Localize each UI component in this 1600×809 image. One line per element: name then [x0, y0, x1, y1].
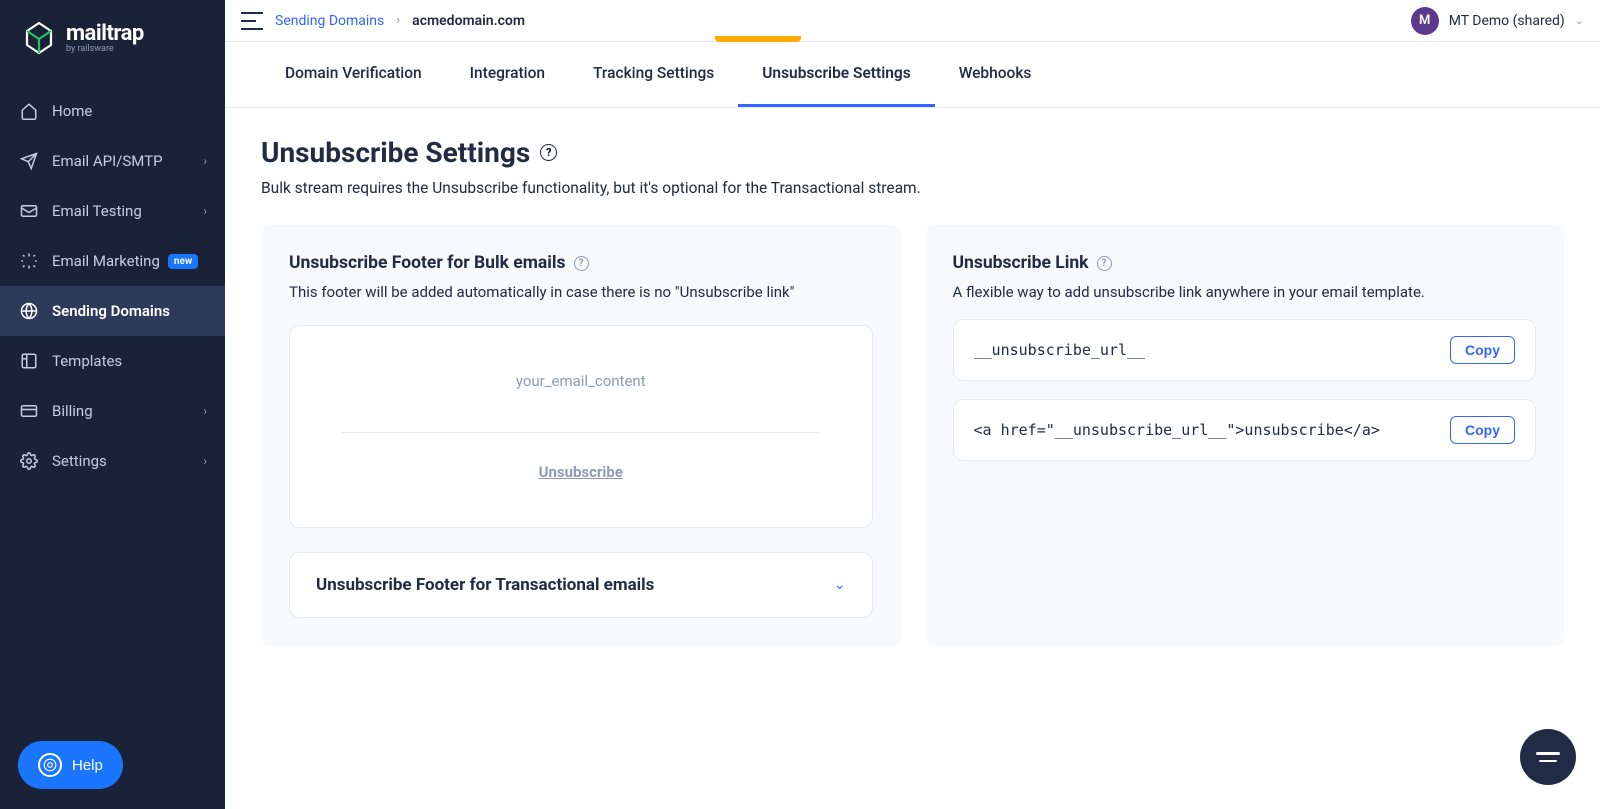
sidebar-item-settings[interactable]: Settings › [0, 436, 225, 486]
chat-fab[interactable] [1520, 729, 1576, 785]
transactional-footer-accordion[interactable]: Unsubscribe Footer for Transactional ema… [289, 552, 873, 618]
sidebar-item-email-marketing[interactable]: Email Marketing new [0, 236, 225, 286]
sidebar-item-templates[interactable]: Templates [0, 336, 225, 386]
inbox-icon [18, 200, 40, 222]
globe-icon [18, 300, 40, 322]
code-snippet-anchor: <a href="__unsubscribe_url__">unsubscrib… [953, 399, 1537, 461]
sidebar-item-label: Billing [52, 402, 93, 420]
chevron-down-icon: ⌄ [834, 577, 846, 593]
logo-brand: mailtrap [66, 21, 144, 46]
breadcrumb-current: acmedomain.com [412, 13, 525, 29]
sidebar-item-label: Sending Domains [52, 302, 170, 320]
sidebar-item-email-testing[interactable]: Email Testing › [0, 186, 225, 236]
chat-icon [1536, 752, 1560, 762]
card-description: A flexible way to add unsubscribe link a… [953, 283, 1537, 301]
tabs: Domain Verification Integration Tracking… [225, 42, 1600, 108]
content: Unsubscribe Settings ? Bulk stream requi… [225, 108, 1600, 809]
chevron-right-icon: › [203, 154, 207, 168]
accordion-title: Unsubscribe Footer for Transactional ema… [316, 575, 654, 595]
page-title-row: Unsubscribe Settings ? [261, 136, 1564, 169]
sidebar-item-sending-domains[interactable]: Sending Domains [0, 286, 225, 336]
unsubscribe-footer-card: Unsubscribe Footer for Bulk emails ? Thi… [261, 225, 901, 646]
code-text[interactable]: __unsubscribe_url__ [974, 341, 1146, 359]
help-tooltip-icon[interactable]: ? [574, 256, 589, 271]
help-tooltip-icon[interactable]: ? [540, 144, 557, 161]
chevron-right-icon: › [203, 204, 207, 218]
divider [342, 432, 819, 433]
chevron-right-icon: › [203, 454, 207, 468]
sidebar-item-label: Settings [52, 452, 107, 470]
breadcrumb-separator: › [396, 13, 400, 28]
chevron-down-icon: ⌄ [1575, 14, 1584, 27]
home-icon [18, 100, 40, 122]
user-menu[interactable]: M MT Demo (shared) ⌄ [1411, 7, 1584, 35]
card-title: Unsubscribe Footer for Bulk emails [289, 253, 566, 273]
mailtrap-logo-icon [20, 18, 58, 56]
main: Sending Domains › acmedomain.com M MT De… [225, 0, 1600, 809]
tab-integration[interactable]: Integration [446, 42, 569, 107]
help-label: Help [72, 757, 103, 774]
preview-placeholder: your_email_content [516, 372, 646, 390]
nav: Home Email API/SMTP › Email Testing › Em… [0, 86, 225, 809]
sidebar-item-label: Email Marketing [52, 252, 160, 270]
card-title: Unsubscribe Link [953, 253, 1089, 273]
page-title: Unsubscribe Settings [261, 136, 530, 169]
sidebar-item-label: Home [52, 102, 92, 120]
sidebar-item-billing[interactable]: Billing › [0, 386, 225, 436]
avatar: M [1411, 7, 1439, 35]
menu-toggle-icon[interactable] [241, 12, 263, 30]
logo-byline: by railsware [66, 44, 144, 54]
card-icon [18, 400, 40, 422]
chevron-right-icon: › [203, 404, 207, 418]
breadcrumb-parent[interactable]: Sending Domains [275, 13, 384, 29]
unsubscribe-link-card: Unsubscribe Link ? A flexible way to add… [925, 225, 1565, 646]
sidebar-item-home[interactable]: Home [0, 86, 225, 136]
topbar: Sending Domains › acmedomain.com M MT De… [225, 0, 1600, 42]
tab-domain-verification[interactable]: Domain Verification [261, 42, 446, 107]
code-snippet-url: __unsubscribe_url__ Copy [953, 319, 1537, 381]
user-label: MT Demo (shared) [1449, 13, 1565, 29]
tab-webhooks[interactable]: Webhooks [935, 42, 1056, 107]
preview-unsubscribe-link[interactable]: Unsubscribe [539, 463, 623, 481]
logo[interactable]: mailtrap by railsware [0, 0, 225, 86]
lifebuoy-icon [38, 753, 62, 777]
sidebar: mailtrap by railsware Home Email API/SMT… [0, 0, 225, 809]
tab-unsubscribe-settings[interactable]: Unsubscribe Settings [738, 42, 934, 107]
copy-button[interactable]: Copy [1450, 416, 1515, 444]
tab-tracking-settings[interactable]: Tracking Settings [569, 42, 738, 107]
copy-button[interactable]: Copy [1450, 336, 1515, 364]
sparkle-icon [18, 250, 40, 272]
sidebar-item-email-api[interactable]: Email API/SMTP › [0, 136, 225, 186]
send-icon [18, 150, 40, 172]
code-text[interactable]: <a href="__unsubscribe_url__">unsubscrib… [974, 421, 1380, 439]
page-description: Bulk stream requires the Unsubscribe fun… [261, 179, 1564, 197]
sidebar-item-label: Email API/SMTP [52, 152, 163, 170]
layout-icon [18, 350, 40, 372]
sidebar-item-label: Email Testing [52, 202, 142, 220]
help-button[interactable]: Help [18, 741, 123, 789]
card-description: This footer will be added automatically … [289, 283, 873, 301]
gear-icon [18, 450, 40, 472]
footer-preview: your_email_content Unsubscribe [289, 325, 873, 528]
sidebar-item-label: Templates [52, 352, 122, 370]
help-tooltip-icon[interactable]: ? [1097, 256, 1112, 271]
new-badge: new [168, 254, 198, 269]
